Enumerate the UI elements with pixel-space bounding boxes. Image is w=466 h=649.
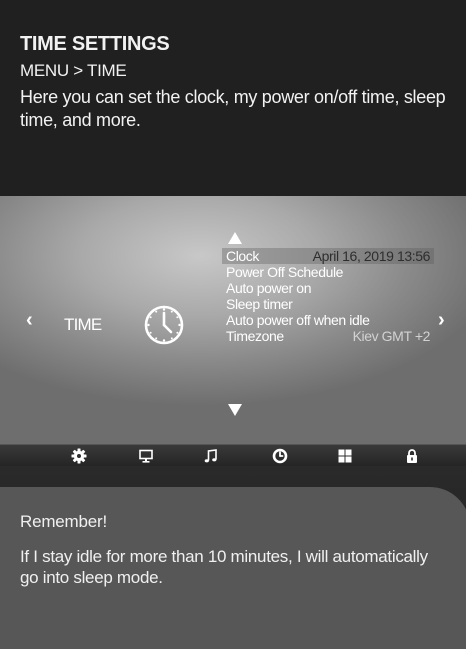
previous-category-arrow[interactable]: ‹ xyxy=(26,309,33,332)
info-description: Here you can set the clock, my power on/… xyxy=(20,87,446,130)
next-category-arrow[interactable]: › xyxy=(438,309,445,332)
clock-icon[interactable] xyxy=(272,448,288,464)
menu-item-label: Timezone xyxy=(226,328,284,344)
tv-settings-screen: TIME SETTINGS MENU > TIME Here you can s… xyxy=(0,0,466,649)
grid-icon[interactable] xyxy=(337,448,353,464)
music-note-icon[interactable] xyxy=(203,448,219,464)
category-label: TIME xyxy=(64,315,102,334)
remember-card: Remember! If I stay idle for more than 1… xyxy=(0,487,466,649)
menu-item-value: April 16, 2019 13:56 xyxy=(312,248,431,264)
category-bar xyxy=(0,444,466,466)
menu-item-label: Sleep timer xyxy=(226,296,293,312)
menu-item-auto-power-off-idle[interactable]: Auto power off when idle xyxy=(222,312,434,328)
scroll-up-arrow-icon[interactable] xyxy=(228,232,242,244)
time-settings-list: Clock April 16, 2019 13:56 Power Off Sch… xyxy=(222,248,434,344)
clock-icon xyxy=(144,305,184,345)
menu-item-label: Auto power off when idle xyxy=(226,312,370,328)
scroll-down-arrow-icon[interactable] xyxy=(228,404,242,416)
menu-item-timezone[interactable]: Timezone Kiev GMT +2 xyxy=(222,328,434,344)
tv-menu-panel: ‹ TIME Clock April 16, 2019 13:56 Power … xyxy=(0,196,466,444)
info-header: TIME SETTINGS MENU > TIME Here you can s… xyxy=(0,0,466,196)
menu-item-auto-power-on[interactable]: Auto power on xyxy=(222,280,434,296)
menu-item-power-off-schedule[interactable]: Power Off Schedule xyxy=(222,264,434,280)
remember-text: If I stay idle for more than 10 minutes,… xyxy=(20,547,428,587)
menu-item-value: Kiev GMT +2 xyxy=(352,328,431,344)
menu-item-clock[interactable]: Clock April 16, 2019 13:56 xyxy=(222,248,434,264)
menu-item-label: Clock xyxy=(226,248,260,264)
menu-item-label: Power Off Schedule xyxy=(226,264,344,280)
remember-title: Remember! xyxy=(20,512,108,531)
gear-icon[interactable] xyxy=(71,448,87,464)
breadcrumb: MENU > TIME xyxy=(20,61,127,80)
menu-item-label: Auto power on xyxy=(226,280,312,296)
info-title: TIME SETTINGS xyxy=(20,33,170,55)
menu-item-sleep-timer[interactable]: Sleep timer xyxy=(222,296,434,312)
monitor-icon[interactable] xyxy=(138,448,154,464)
lock-icon[interactable] xyxy=(404,448,420,464)
